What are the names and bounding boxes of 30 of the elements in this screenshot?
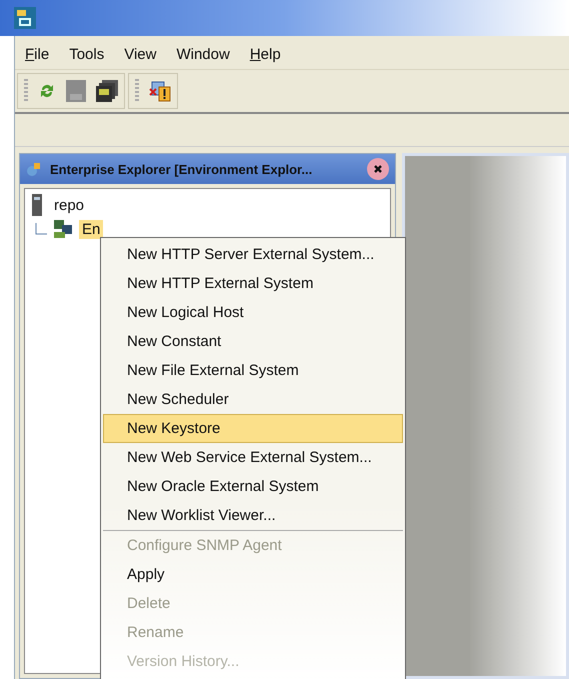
computers-icon [53,219,73,239]
menu-item[interactable]: New Web Service External System... [103,443,403,472]
menu-item[interactable]: New Logical Host [103,298,403,327]
menu-item[interactable]: File [23,46,52,63]
menu-item[interactable]: New HTTP Server External System... [103,240,403,269]
close-icon[interactable] [367,158,389,180]
menu-item[interactable]: Apply [103,560,403,589]
menu-item[interactable]: Tools [67,46,106,63]
menu-item[interactable]: New Oracle External System [103,472,403,501]
validate-icon[interactable] [149,80,171,102]
menu-item[interactable]: New File External System [103,356,403,385]
panel-title: Enterprise Explorer [Environment Explor... [50,162,314,176]
save-all-icon[interactable] [96,80,118,102]
menu-item[interactable]: View [122,46,158,63]
tree-line-icon [35,223,47,235]
menu-item[interactable]: New Constant [103,327,403,356]
app-icon [14,7,36,29]
menu-item[interactable]: New Keystore [103,414,403,443]
tree-item[interactable]: repo [51,196,88,214]
save-icon[interactable] [66,80,86,102]
tree-item[interactable]: En [79,220,104,238]
grip-icon[interactable] [24,79,28,103]
menu-item[interactable]: New Scheduler [103,385,403,414]
menu-item[interactable]: Window [174,46,232,63]
grip-icon[interactable] [135,79,139,103]
menu-item[interactable]: Help [248,46,283,63]
server-icon [31,194,43,216]
menu-item[interactable]: New HTTP External System [103,269,403,298]
explorer-icon [26,161,42,177]
menu-item[interactable]: New Worklist Viewer... [103,501,403,530]
